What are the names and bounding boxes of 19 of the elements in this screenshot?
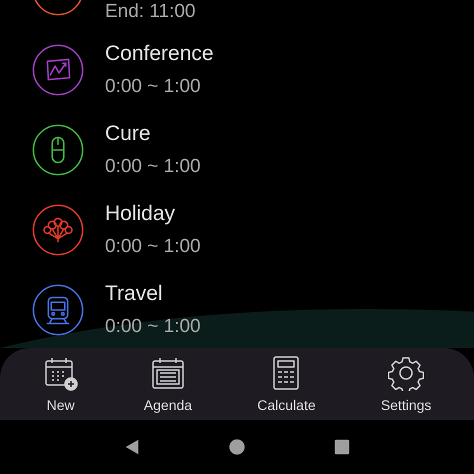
nav-button[interactable]: New (38, 353, 83, 415)
settings-icon (388, 355, 424, 391)
agenda-icon (150, 355, 186, 391)
recents-icon[interactable] (332, 438, 351, 456)
event-time: 0:00 ~ 1:00 (105, 316, 201, 338)
home-icon[interactable] (228, 438, 246, 456)
event-time: End: 11:00 (105, 1, 196, 23)
event-title: Holiday (105, 202, 176, 226)
event-time: 0:00 ~ 1:00 (105, 236, 201, 258)
nav-button[interactable]: Settings (376, 353, 436, 415)
nav-button[interactable]: Calculate (253, 353, 320, 415)
event-time: 0:00 ~ 1:00 (105, 76, 202, 98)
nav-button[interactable]: Agenda (140, 353, 196, 415)
back-icon[interactable] (123, 438, 142, 456)
event-title: Cure (105, 122, 152, 146)
event-title: Conference (105, 42, 214, 66)
calendar-plus-icon (42, 355, 79, 391)
event-title: Travel (105, 282, 164, 306)
event-time: 0:00 ~ 1:00 (105, 156, 201, 178)
